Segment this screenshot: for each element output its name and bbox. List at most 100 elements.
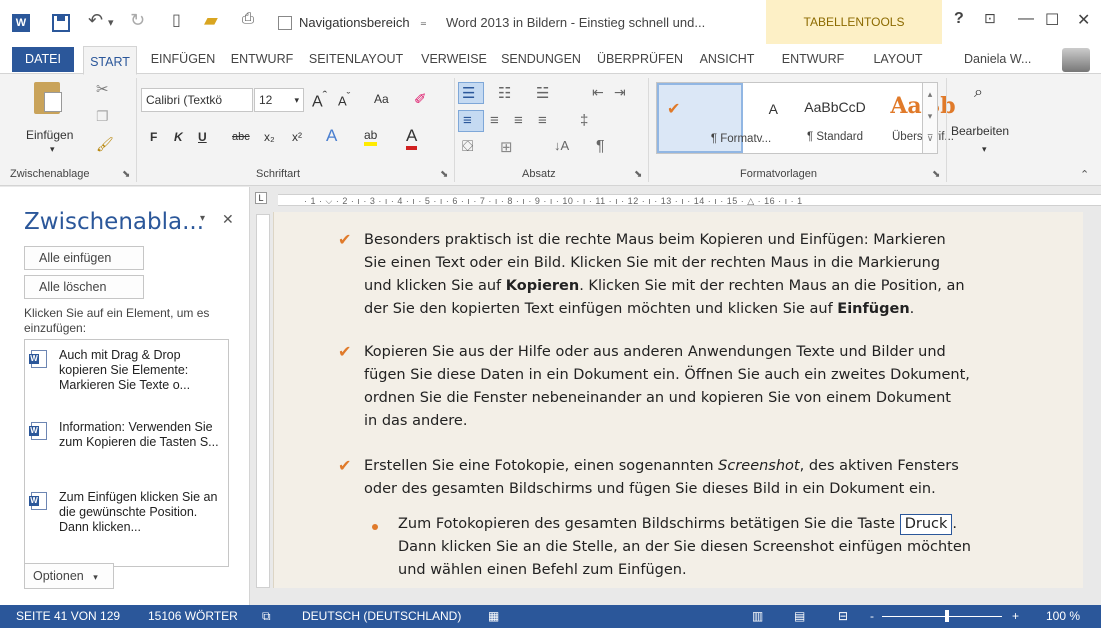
open-folder-icon[interactable]: ▰ <box>204 10 218 31</box>
italic-button[interactable]: K <box>174 130 183 144</box>
paste-icon[interactable] <box>34 82 62 114</box>
customize-qat-icon[interactable]: ₌ <box>420 14 427 30</box>
grow-font-icon[interactable]: Aˆ <box>312 88 327 111</box>
save-icon[interactable] <box>52 14 70 32</box>
styles-scroll[interactable]: ▴ ▾ ⊽ <box>922 82 938 154</box>
editing-button[interactable]: Bearbeiten <box>951 124 1009 138</box>
avatar[interactable] <box>1062 48 1090 72</box>
font-size-select[interactable]: 12 ▾ <box>254 88 304 112</box>
clear-all-button[interactable]: Alle löschen <box>24 275 144 299</box>
tab-tabletools-layout[interactable]: LAYOUT <box>860 44 936 74</box>
tab-ansicht[interactable]: ANSICHT <box>692 44 762 74</box>
shrink-font-icon[interactable]: Aˇ <box>338 91 350 108</box>
language-indicator[interactable]: DEUTSCH (DEUTSCHLAND) <box>302 605 461 628</box>
document-page[interactable]: ✔ Besonders praktisch ist die rechte Mau… <box>273 212 1083 588</box>
align-right-icon[interactable]: ≡ <box>514 112 523 129</box>
borders-icon[interactable]: ⊞ <box>500 138 513 156</box>
copy-icon[interactable]: ❐ <box>96 108 109 125</box>
paragraph-launcher-icon[interactable]: ⬊ <box>634 169 642 180</box>
word-count[interactable]: 15106 WÖRTER <box>148 605 238 628</box>
tab-sendungen[interactable]: SENDUNGEN <box>494 44 588 74</box>
undo-icon[interactable]: ↶ <box>88 10 103 31</box>
text-effects-icon[interactable]: A <box>326 126 337 146</box>
styles-launcher-icon[interactable]: ⬊ <box>932 169 940 180</box>
increase-indent-icon[interactable]: ⇥ <box>614 84 626 101</box>
zoom-slider[interactable] <box>882 616 1002 617</box>
subscript-button[interactable]: x₂ <box>264 130 275 144</box>
text-run: Zum Fotokopieren des gesamten Bildschirm… <box>398 516 900 532</box>
paste-all-button[interactable]: Alle einfügen <box>24 246 144 270</box>
tab-selector[interactable]: L <box>255 192 267 204</box>
macro-record-icon[interactable]: ▦ <box>488 605 499 628</box>
ribbon-display-options-icon[interactable]: ⊡ <box>984 10 996 27</box>
clear-formatting-icon[interactable]: ✐ <box>414 90 427 108</box>
zoom-in-button[interactable]: + <box>1012 605 1019 628</box>
decrease-indent-icon[interactable]: ⇤ <box>592 84 604 101</box>
font-color-icon[interactable]: A <box>406 126 418 150</box>
shading-icon[interactable]: ⛋ <box>462 138 473 155</box>
highlight-icon[interactable]: ab <box>364 128 378 146</box>
options-label: Optionen <box>33 569 84 583</box>
navigation-pane-checkbox[interactable] <box>278 16 292 30</box>
tab-einfuegen[interactable]: EINFÜGEN <box>144 44 222 74</box>
tab-datei[interactable]: DATEI <box>12 47 74 72</box>
cut-icon[interactable]: ✂ <box>96 80 109 98</box>
web-layout-icon[interactable]: ⊟ <box>838 605 848 628</box>
line-spacing-icon[interactable]: ‡ <box>580 112 588 129</box>
numbering-icon[interactable]: ☷ <box>498 84 511 102</box>
user-account[interactable]: Daniela W... <box>964 52 1031 66</box>
page-count[interactable]: SEITE 41 VON 129 <box>16 605 120 628</box>
style-ueberschrift[interactable]: AaBb Überschrif... <box>835 83 955 153</box>
editing-dropdown-icon: ▾ <box>982 144 987 154</box>
options-button[interactable]: Optionen ▾ <box>24 563 114 589</box>
sort-icon[interactable]: ↓A <box>554 138 569 153</box>
justify-icon[interactable]: ≡ <box>538 112 547 129</box>
change-case-button[interactable]: Aa <box>374 92 389 106</box>
underline-button[interactable]: U <box>198 130 207 144</box>
format-painter-icon[interactable]: 🖌 <box>96 136 114 153</box>
tab-start[interactable]: START <box>83 46 137 75</box>
clipboard-launcher-icon[interactable]: ⬊ <box>122 169 130 180</box>
bold-button[interactable]: F <box>150 130 157 144</box>
new-document-icon[interactable]: ▯ <box>172 10 181 30</box>
redo-icon[interactable]: ↻ <box>130 10 145 31</box>
show-marks-icon[interactable]: ¶ <box>596 138 605 156</box>
paste-button[interactable]: Einfügen <box>26 128 73 142</box>
word-logo-icon[interactable]: W <box>12 14 30 32</box>
collapse-ribbon-icon[interactable]: ⌃ <box>1080 168 1089 181</box>
ruler-strip: · 1 · ⌵ · 2 · ı · 3 · ı · 4 · ı · 5 · ı … <box>278 194 1101 206</box>
tab-tabletools-entwurf[interactable]: ENTWURF <box>770 44 856 74</box>
pane-options-icon[interactable]: ▾ <box>200 213 205 224</box>
read-mode-icon[interactable]: ▥ <box>752 605 763 628</box>
zoom-out-button[interactable]: - <box>870 605 874 628</box>
zoom-level[interactable]: 100 % <box>1046 605 1080 628</box>
vertical-scrollbar[interactable] <box>1084 212 1101 605</box>
superscript-button[interactable]: x² <box>292 130 302 144</box>
close-icon[interactable]: ✕ <box>222 211 234 228</box>
paragraph-4: Zum Fotokopieren des gesamten Bildschirm… <box>398 513 971 582</box>
maximize-button[interactable]: ☐ <box>1045 10 1059 30</box>
strikethrough-button[interactable]: abc <box>232 131 250 143</box>
tab-seitenlayout[interactable]: SEITENLAYOUT <box>302 44 410 74</box>
multilevel-list-icon[interactable]: ☱ <box>536 84 549 102</box>
align-center-icon[interactable]: ≡ <box>490 112 499 129</box>
quick-print-icon[interactable]: ⎙ <box>242 10 254 27</box>
tab-entwurf[interactable]: ENTWURF <box>224 44 300 74</box>
font-family-select[interactable]: Calibri (Textkö <box>141 88 253 112</box>
zoom-slider-thumb[interactable] <box>945 610 949 622</box>
undo-dropdown-icon[interactable]: ▾ <box>108 16 114 29</box>
tab-verweise[interactable]: VERWEISE <box>414 44 494 74</box>
table-tools-label: TABELLENTOOLS <box>803 15 905 29</box>
paste-dropdown-icon[interactable]: ▾ <box>50 144 55 155</box>
vertical-ruler[interactable] <box>256 214 270 588</box>
help-button[interactable]: ? <box>954 10 964 28</box>
tab-ueberpruefen[interactable]: ÜBERPRÜFEN <box>590 44 690 74</box>
proofing-icon[interactable]: ⧉ <box>262 605 271 628</box>
close-button[interactable]: ✕ <box>1077 10 1090 30</box>
print-layout-icon[interactable]: ▤ <box>794 605 805 628</box>
font-launcher-icon[interactable]: ⬊ <box>440 169 448 180</box>
style-formatvorlage[interactable]: ✔ A ¶ Formatv... <box>657 83 778 153</box>
style-standard[interactable]: AaBbCcD ¶ Standard <box>747 83 865 153</box>
horizontal-ruler[interactable]: · 1 · ⌵ · 2 · ı · 3 · ı · 4 · ı · 5 · ı … <box>252 187 1101 212</box>
minimize-button[interactable]: — <box>1018 10 1034 28</box>
